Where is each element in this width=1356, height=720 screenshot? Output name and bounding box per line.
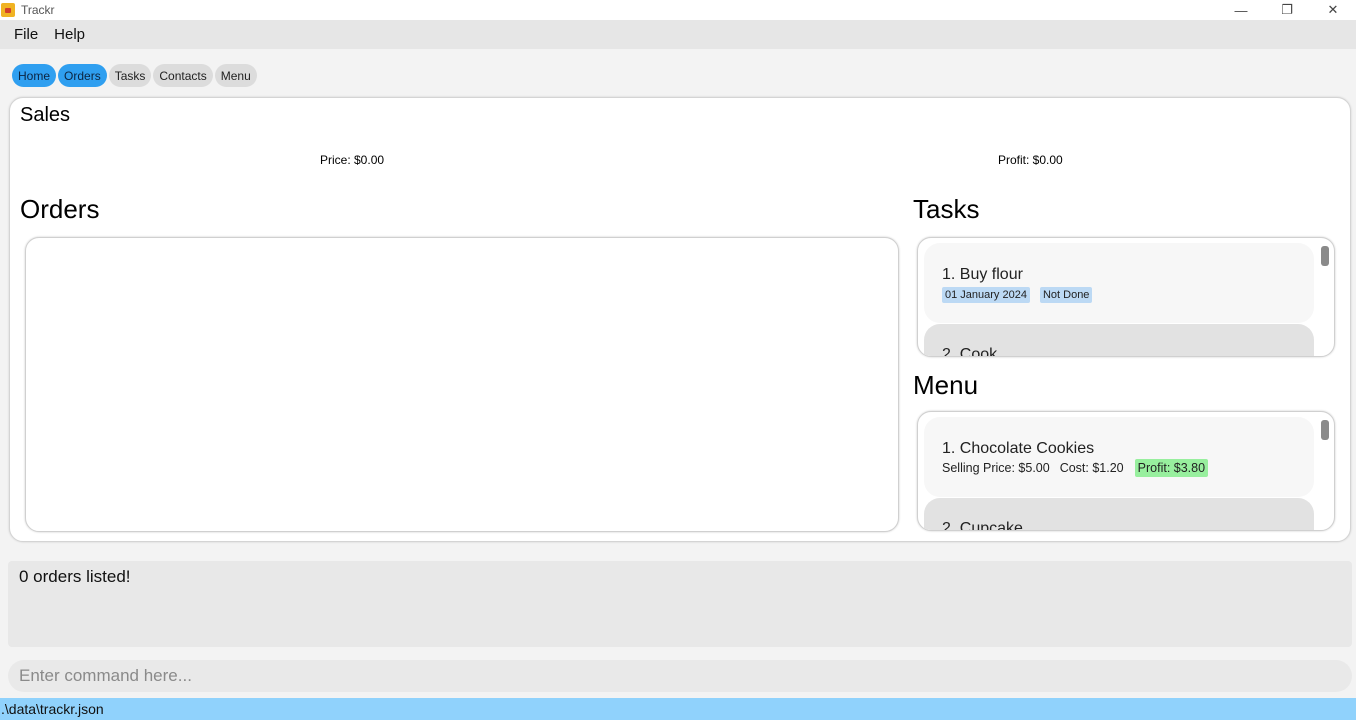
orders-title: Orders — [20, 194, 100, 224]
task-date-badge: 01 January 2024 — [942, 287, 1030, 303]
menu-file[interactable]: File — [14, 26, 38, 43]
app-icon — [1, 3, 15, 17]
minimize-icon[interactable]: — — [1218, 0, 1264, 20]
home-panel: Sales Price: $0.00 Profit: $0.00 Orders … — [9, 97, 1351, 542]
menu-list[interactable]: 1. Chocolate Cookies Selling Price: $5.0… — [917, 411, 1335, 531]
task-tags: 01 January 2024 Not Done — [942, 287, 1093, 303]
menu-item-title: 1. Chocolate Cookies — [942, 440, 1095, 457]
task-title: 1. Buy flour — [942, 266, 1023, 283]
window-controls: — ❐ ✕ — [1218, 0, 1356, 20]
task-card[interactable]: 2. Cook — [924, 324, 1314, 357]
status-bar: .\data\trackr.json — [0, 698, 1356, 720]
menu-item-selling-price: Selling Price: $5.00 — [942, 461, 1050, 475]
task-card[interactable]: 1. Buy flour 01 January 2024 Not Done — [924, 243, 1314, 323]
tasks-scrollbar[interactable] — [1321, 246, 1329, 266]
title-bar: Trackr — ❐ ✕ — [0, 0, 1356, 20]
tab-orders[interactable]: Orders — [58, 64, 107, 87]
menu-item-details: Selling Price: $5.00 Cost: $1.20 Profit:… — [942, 459, 1209, 477]
command-input[interactable] — [8, 660, 1352, 692]
menu-help[interactable]: Help — [54, 26, 85, 43]
data-file-path: .\data\trackr.json — [1, 701, 104, 717]
menu-scrollbar[interactable] — [1321, 420, 1329, 440]
tab-menu[interactable]: Menu — [214, 64, 257, 87]
menu-item-card[interactable]: 2. Cupcake — [924, 498, 1314, 531]
tasks-title: Tasks — [913, 194, 980, 224]
restore-icon[interactable]: ❐ — [1264, 0, 1310, 20]
window-title: Trackr — [21, 3, 55, 17]
menu-item-card[interactable]: 1. Chocolate Cookies Selling Price: $5.0… — [924, 417, 1314, 497]
tab-contacts[interactable]: Contacts — [153, 64, 213, 87]
menu-bar: File Help — [0, 20, 1356, 49]
tab-home[interactable]: Home — [12, 64, 57, 87]
menu-item-title: 2. Cupcake — [942, 520, 1023, 531]
tab-tasks[interactable]: Tasks — [108, 64, 152, 87]
result-text: 0 orders listed! — [19, 567, 131, 586]
tab-bar: Home Orders Tasks Contacts Menu — [12, 64, 257, 87]
menu-title: Menu — [913, 370, 979, 400]
task-status-badge: Not Done — [1039, 287, 1093, 303]
result-display: 0 orders listed! — [8, 561, 1352, 647]
task-title: 2. Cook — [942, 346, 998, 357]
menu-item-profit-badge: Profit: $3.80 — [1134, 459, 1209, 477]
close-icon[interactable]: ✕ — [1310, 0, 1356, 20]
sales-title: Sales — [20, 104, 71, 126]
sales-price: Price: $0.00 — [320, 153, 385, 167]
menu-item-cost: Cost: $1.20 — [1059, 461, 1124, 475]
orders-list[interactable] — [25, 237, 899, 532]
tasks-list[interactable]: 1. Buy flour 01 January 2024 Not Done 2.… — [917, 237, 1335, 357]
sales-profit: Profit: $0.00 — [998, 153, 1063, 167]
